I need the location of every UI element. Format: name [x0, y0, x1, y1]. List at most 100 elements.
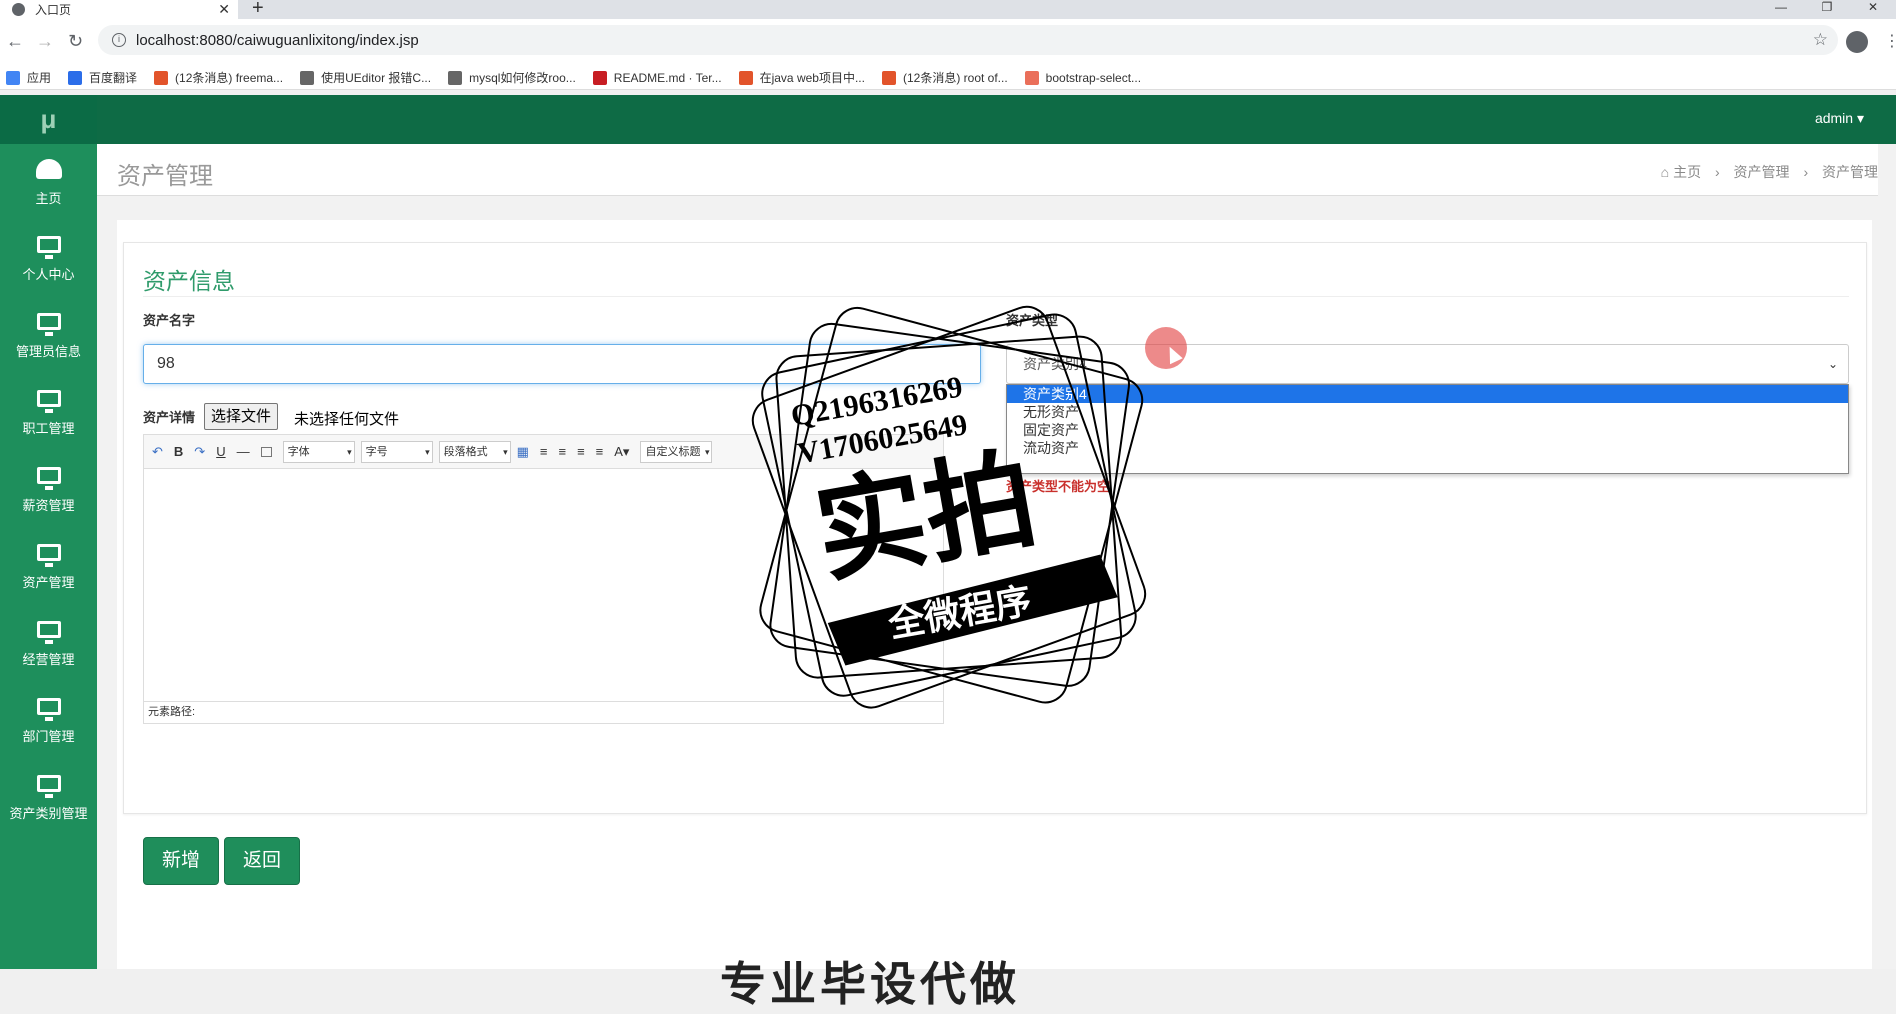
asset-name-label: 资产名字: [143, 313, 196, 328]
sidebar-item[interactable]: 资产管理: [0, 529, 97, 606]
dashboard-icon: [35, 158, 62, 179]
bold-button[interactable]: B: [174, 444, 183, 459]
chevron-right-icon: ›: [1803, 164, 1809, 180]
editor-toolbar: ↶ B ↷ U — 字体 字号 段落格式 ▦ ≡ ≡ ≡ ≡ A▾ 自定义标题: [144, 435, 943, 469]
sidebar-item-label: 职工管理: [22, 421, 75, 436]
monitor-icon: [36, 698, 61, 721]
sidebar-item[interactable]: 资产类别管理: [0, 760, 97, 837]
bookmark-item[interactable]: 百度翻译: [68, 69, 137, 86]
font-family-select[interactable]: 字体: [282, 440, 355, 463]
sidebar-item[interactable]: 个人中心: [0, 221, 97, 298]
globe-icon: [12, 3, 25, 16]
dropdown-option[interactable]: 固定资产: [1007, 421, 1848, 439]
align-right-icon[interactable]: ≡: [558, 444, 566, 459]
choose-file-button[interactable]: 选择文件: [204, 403, 279, 430]
bookmark-item[interactable]: bootstrap-select...: [1024, 70, 1142, 85]
reload-icon[interactable]: ↻: [68, 31, 83, 52]
align-center-icon[interactable]: ≡: [577, 444, 585, 459]
page-header: 资产管理 ⌂ 主页 › 资产管理 › 资产管理: [97, 144, 1878, 196]
back-arrow-icon[interactable]: ←: [6, 31, 24, 52]
bookmark-label: README.md · Ter...: [613, 70, 722, 85]
bookmark-item[interactable]: 应用: [6, 69, 51, 86]
bookmark-label: (12条消息) root of...: [902, 71, 1008, 85]
translate-icon: [68, 70, 83, 85]
bookmark-item[interactable]: 使用UEditor 报错C...: [300, 69, 431, 86]
csdn-icon: [881, 70, 896, 85]
page-icon[interactable]: [260, 446, 272, 457]
paragraph-format-select[interactable]: 段落格式: [438, 440, 511, 463]
redo-icon[interactable]: ↷: [194, 444, 205, 460]
horizontal-rule-icon[interactable]: —: [237, 444, 250, 459]
sidebar-item[interactable]: 部门管理: [0, 683, 97, 760]
sidebar-item-label: 部门管理: [22, 729, 75, 744]
info-icon[interactable]: i: [112, 33, 126, 47]
browser-tab[interactable]: 入口页 ✕: [0, 0, 238, 19]
asset-type-dropdown[interactable]: 资产类别4 无形资产 固定资产 流动资产: [1006, 384, 1849, 474]
monitor-icon: [36, 544, 61, 567]
chevron-down-icon: ⌄: [1827, 357, 1838, 371]
rich-text-editor: ↶ B ↷ U — 字体 字号 段落格式 ▦ ≡ ≡ ≡ ≡ A▾ 自定义标题: [143, 434, 944, 724]
dropdown-option[interactable]: 无形资产: [1007, 403, 1848, 421]
monitor-icon: [36, 621, 61, 644]
csdn-icon: [738, 70, 753, 85]
bookmark-item[interactable]: (12条消息) freema...: [154, 69, 283, 86]
bookmark-label: 应用: [27, 71, 52, 85]
sidebar-item-label: 资产类别管理: [9, 806, 88, 821]
bookmark-label: (12条消息) freema...: [175, 71, 284, 85]
menu-dots-icon[interactable]: ⋮: [1884, 31, 1896, 51]
dropdown-option[interactable]: 流动资产: [1007, 439, 1848, 457]
tab-close-button[interactable]: ✕: [218, 0, 230, 19]
profile-icon[interactable]: [1846, 31, 1868, 53]
undo-icon[interactable]: ↶: [152, 444, 163, 460]
align-left-icon[interactable]: ≡: [540, 444, 548, 459]
breadcrumb-item[interactable]: 资产管理: [1734, 164, 1790, 180]
bookmark-item[interactable]: README.md · Ter...: [592, 70, 722, 85]
user-menu[interactable]: admin ▾: [1815, 110, 1864, 127]
minimize-button[interactable]: —: [1758, 0, 1804, 14]
editor-body[interactable]: [144, 469, 943, 701]
maximize-button[interactable]: ❐: [1804, 0, 1850, 14]
bottom-watermark-text: 专业毕设代做: [720, 958, 1020, 1010]
add-button[interactable]: 新增: [143, 837, 219, 885]
address-bar[interactable]: i localhost:8080/caiwuguanlixitong/index…: [98, 25, 1838, 55]
sidebar-item[interactable]: 主页: [0, 144, 97, 221]
bookmarks-bar: 应用 百度翻译 (12条消息) freema... 使用UEditor 报错C... m…: [0, 66, 1896, 90]
custom-heading-select[interactable]: 自定义标题: [640, 440, 713, 463]
breadcrumb-home[interactable]: 主页: [1673, 164, 1701, 180]
bookmark-label: 使用UEditor 报错C...: [321, 71, 432, 85]
sidebar-item[interactable]: 薪资管理: [0, 452, 97, 529]
asset-type-error: 资产类型不能为空: [1006, 479, 1111, 494]
sidebar-item[interactable]: 经营管理: [0, 606, 97, 683]
font-color-icon[interactable]: A▾: [614, 444, 629, 460]
bookmark-item[interactable]: 在java web项目中...: [738, 69, 865, 86]
sidebar-item[interactable]: 职工管理: [0, 375, 97, 452]
asset-name-input[interactable]: [143, 344, 981, 384]
new-tab-button[interactable]: +: [252, 0, 264, 20]
align-justify-icon[interactable]: ≡: [596, 444, 604, 459]
gitee-icon: [592, 70, 607, 85]
table-icon[interactable]: ▦: [517, 444, 529, 460]
font-size-select[interactable]: 字号: [360, 440, 433, 463]
bookmark-icon: [300, 70, 315, 85]
asset-type-selected: 资产类别4: [1023, 356, 1087, 372]
dropdown-option[interactable]: 资产类别4: [1007, 385, 1848, 403]
forward-arrow-icon[interactable]: →: [36, 31, 54, 52]
bookmark-item[interactable]: (12条消息) root of...: [881, 69, 1008, 86]
bookmark-label: bootstrap-select...: [1045, 70, 1142, 85]
monitor-icon: [36, 236, 61, 259]
sidebar-item-label: 经营管理: [22, 652, 75, 667]
browser-tab-strip: 入口页 ✕ + — ❐ ✕: [0, 0, 1896, 19]
underline-button[interactable]: U: [216, 444, 225, 459]
back-button[interactable]: 返回: [224, 837, 300, 885]
monitor-icon: [36, 390, 61, 413]
asset-detail-label: 资产详情: [143, 410, 196, 425]
bookmark-item[interactable]: mysql如何修改roo...: [448, 69, 576, 86]
star-icon[interactable]: ☆: [1813, 30, 1828, 50]
breadcrumb-current: 资产管理: [1822, 164, 1878, 180]
asset-type-select[interactable]: 资产类别4 ⌄: [1006, 344, 1849, 384]
url-text: localhost:8080/caiwuguanlixitong/index.j…: [136, 31, 419, 49]
csdn-icon: [154, 70, 169, 85]
tab-title: 入口页: [35, 3, 72, 17]
sidebar-item[interactable]: 管理员信息: [0, 298, 97, 375]
close-window-button[interactable]: ✕: [1850, 0, 1896, 14]
